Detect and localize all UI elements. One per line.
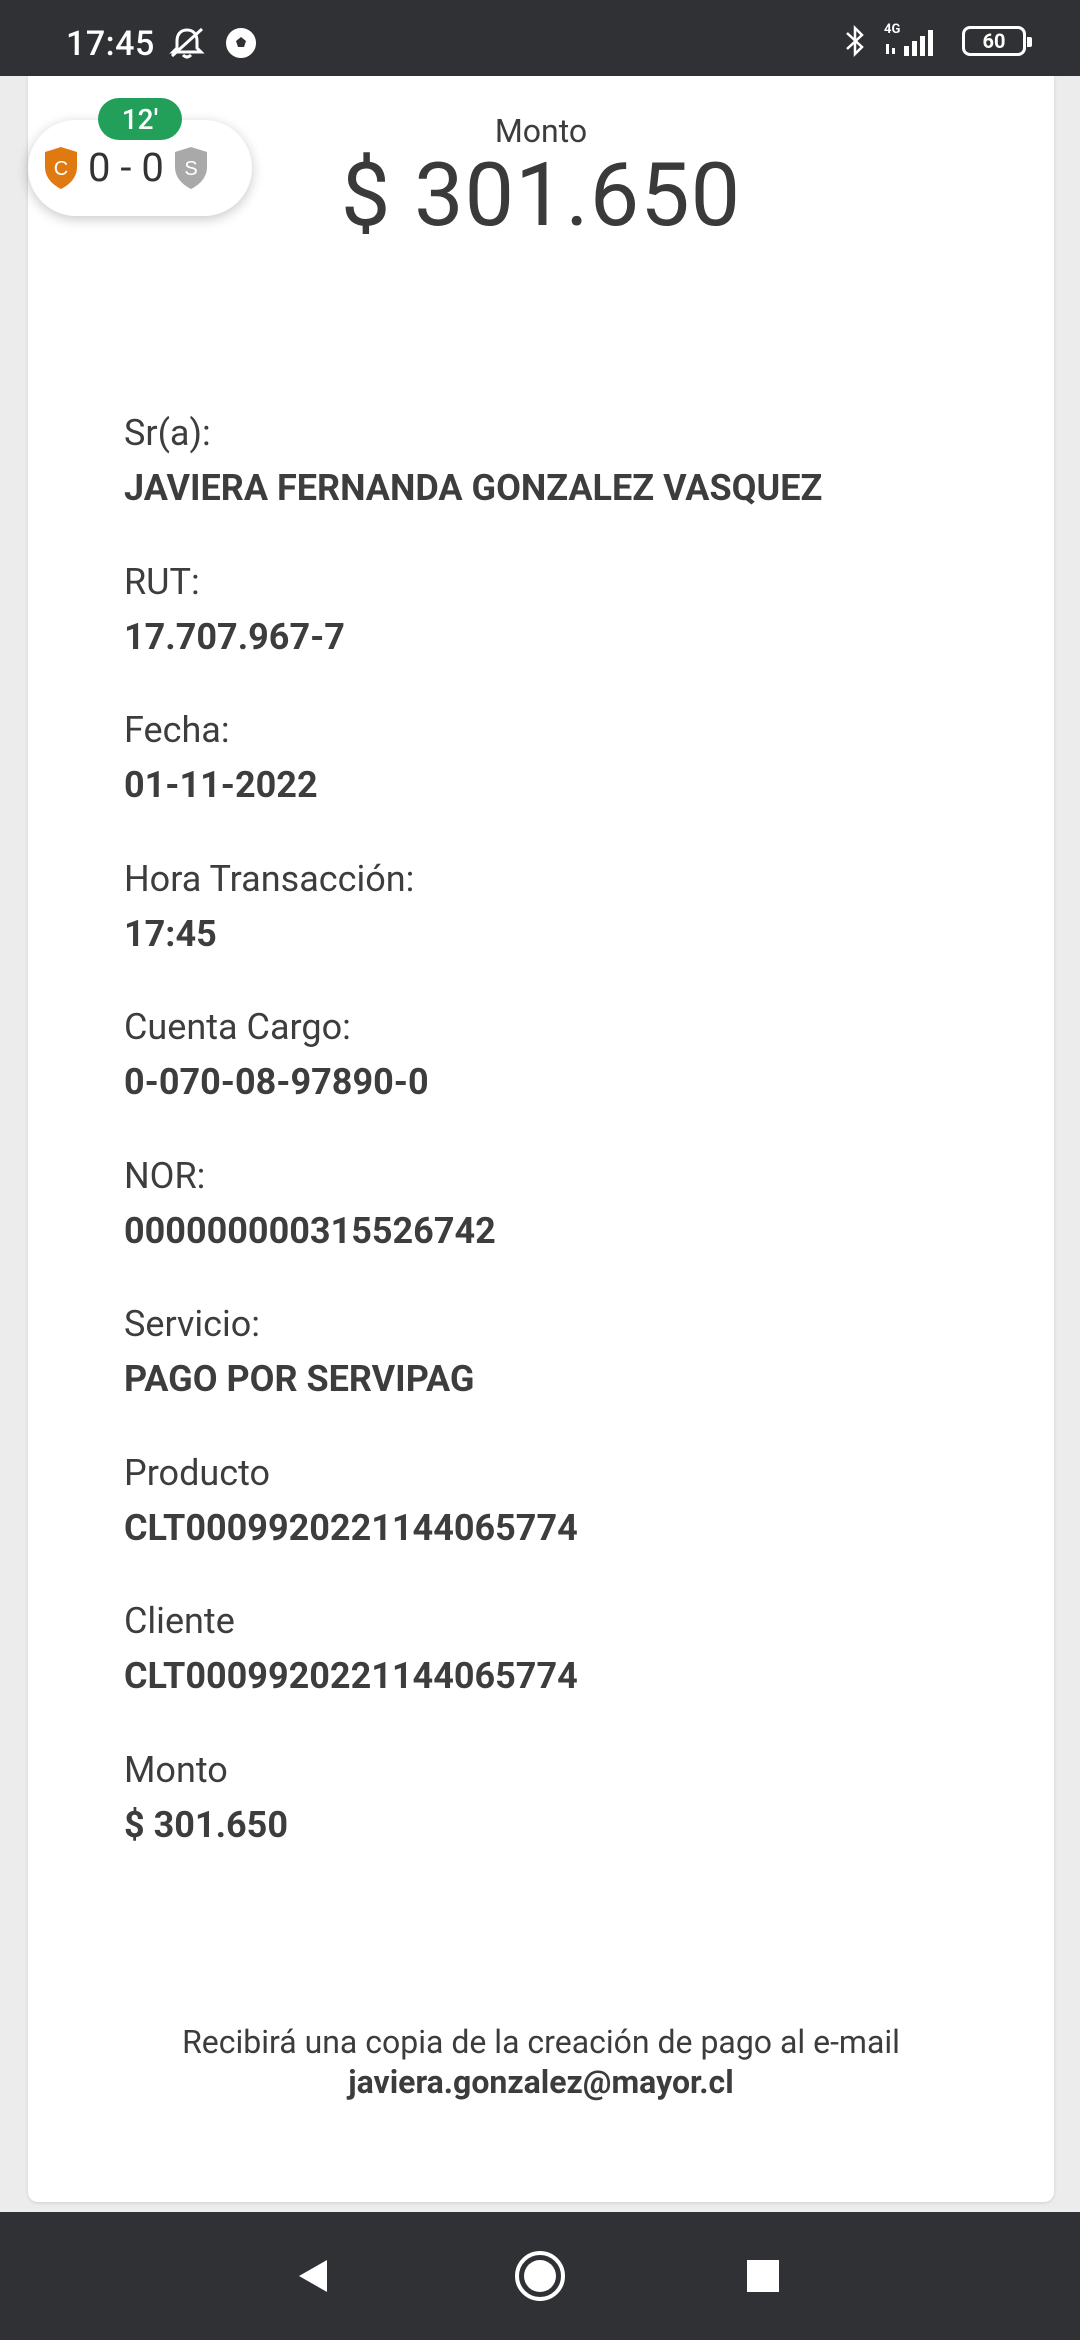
detail-row: Monto $ 301.650 — [124, 1747, 1004, 1896]
match-score: 0 - 0 — [88, 144, 164, 191]
detail-value: CLT0009920221144065774 — [124, 1655, 578, 1697]
battery-icon: 60 — [962, 26, 1032, 56]
away-team-initial: S — [184, 158, 197, 180]
back-button[interactable] — [253, 2212, 373, 2340]
soccer-ball-icon — [226, 28, 256, 58]
detail-label: Servicio: — [124, 1303, 261, 1345]
home-button[interactable] — [480, 2212, 600, 2340]
detail-row: Producto CLT0009920221144065774 — [124, 1450, 1004, 1599]
status-bar: 17:45 4G 60 — [0, 0, 1080, 76]
signal-icon — [886, 30, 933, 56]
detail-label: RUT: — [124, 560, 200, 603]
detail-label: Cuenta Cargo: — [124, 1006, 351, 1048]
detail-value: JAVIERA FERNANDA GONZALEZ VASQUEZ — [124, 467, 823, 509]
detail-label: Sr(a): — [124, 412, 211, 454]
back-icon — [299, 2260, 327, 2292]
detail-row: Cliente CLT0009920221144065774 — [124, 1598, 1004, 1747]
detail-value: CLT0009920221144065774 — [124, 1506, 578, 1549]
match-minute-badge: 12' — [98, 98, 182, 140]
detail-row: Hora Transacción: 17:45 — [124, 856, 1004, 1005]
email-notice-text: Recibirá una copia de la creación de pag… — [182, 2023, 900, 2061]
silent-bell-icon — [169, 27, 205, 59]
detail-row: Sr(a): JAVIERA FERNANDA GONZALEZ VASQUEZ — [124, 410, 1004, 559]
detail-value: 000000000315526742 — [124, 1209, 496, 1252]
detail-label: Hora Transacción: — [124, 857, 415, 900]
detail-value: PAGO POR SERVIPAG — [124, 1358, 475, 1400]
detail-row: Servicio: PAGO POR SERVIPAG — [124, 1301, 1004, 1450]
detail-row: Fecha: 01-11-2022 — [124, 707, 1004, 856]
receipt-card: Monto $ 301.650 Sr(a): JAVIERA FERNANDA G… — [28, 76, 1054, 2202]
home-team-initial: C — [54, 158, 68, 180]
detail-value: 0-070-08-97890-0 — [124, 1061, 429, 1103]
detail-label: Cliente — [124, 1600, 235, 1642]
away-team-shield-icon: S — [174, 146, 207, 189]
status-time: 17:45 — [66, 24, 155, 64]
battery-level: 60 — [982, 29, 1006, 53]
email-address: javiera.gonzalez@mayor.cl — [348, 2063, 734, 2101]
signal-indicator: 4G — [884, 22, 944, 58]
live-score-widget[interactable]: 12' C 0 - 0 S — [28, 98, 252, 216]
detail-value: 17:45 — [124, 912, 217, 955]
detail-row: Cuenta Cargo: 0-070-08-97890-0 — [124, 1004, 1004, 1153]
detail-label: Fecha: — [124, 709, 230, 751]
detail-label: NOR: — [124, 1154, 206, 1197]
detail-value: 17.707.967-7 — [124, 615, 345, 658]
home-team-shield-icon: C — [45, 146, 77, 189]
recents-icon — [747, 2260, 779, 2292]
navigation-bar — [0, 2212, 1080, 2340]
detail-value: 01-11-2022 — [124, 764, 318, 806]
detail-row: NOR: 000000000315526742 — [124, 1153, 1004, 1302]
detail-row: RUT: 17.707.967-7 — [124, 559, 1004, 708]
detail-label: Producto — [124, 1451, 271, 1494]
detail-label: Monto — [124, 1748, 228, 1791]
email-notice: Recibirá una copia de la creación de pag… — [28, 2022, 1054, 2102]
recents-button[interactable] — [703, 2212, 823, 2340]
detail-value: $ 301.650 — [124, 1803, 288, 1846]
home-icon — [515, 2251, 565, 2301]
bluetooth-icon — [846, 24, 864, 58]
transaction-details: Sr(a): JAVIERA FERNANDA GONZALEZ VASQUEZ R… — [124, 410, 1004, 1895]
